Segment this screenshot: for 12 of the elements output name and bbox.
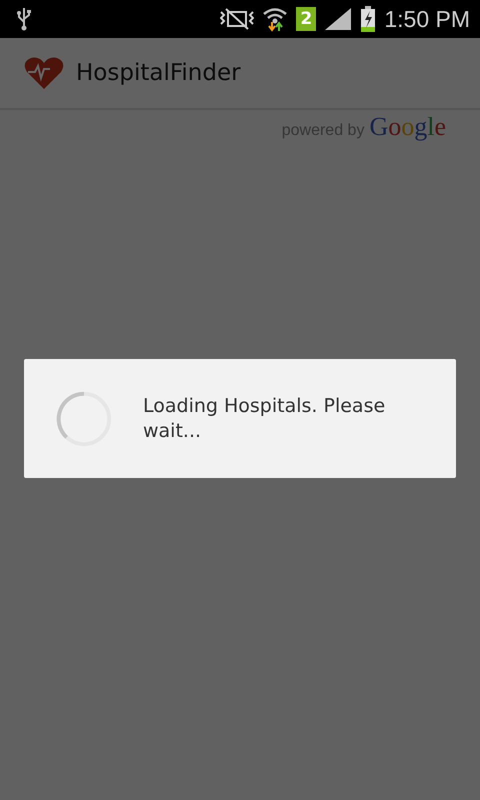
clock: 1:50 PM <box>384 6 470 32</box>
wifi-icon <box>262 6 288 32</box>
loading-message: Loading Hospitals. Please wait... <box>143 394 386 444</box>
app-title: HospitalFinder <box>76 60 241 86</box>
usb-icon <box>16 7 32 31</box>
signal-icon <box>324 7 352 31</box>
brand-logo: Google <box>369 112 446 142</box>
vibrate-mute-icon <box>220 8 254 30</box>
heart-icon <box>24 56 64 90</box>
battery-charging-icon <box>360 6 376 32</box>
spinner-icon <box>55 390 113 448</box>
sim-badge: 2 <box>296 7 316 31</box>
